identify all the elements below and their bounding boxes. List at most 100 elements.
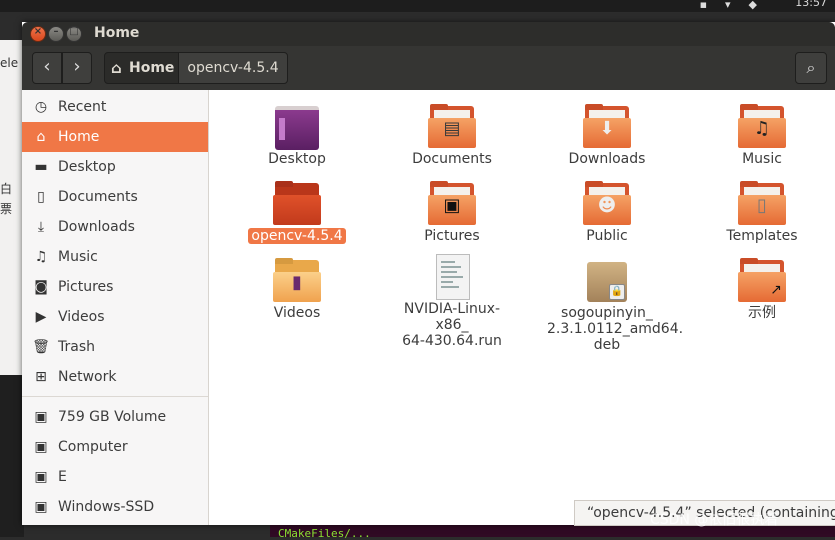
background-text: 票 <box>0 202 13 216</box>
panel-clock[interactable]: 13:57 <box>795 0 827 9</box>
trash-icon: 🗑 <box>32 339 50 355</box>
sidebar-item-label: Desktop <box>58 159 116 175</box>
sidebar-item-videos[interactable]: ▶ Videos <box>22 302 208 332</box>
chevron-left-icon: ‹ <box>43 56 51 77</box>
file-name: Documents <box>412 151 492 167</box>
sidebar-item-documents[interactable]: ▯ Documents <box>22 182 208 212</box>
file-name: Templates <box>726 228 798 244</box>
window-title: Home <box>94 25 140 41</box>
file-name: Videos <box>273 305 321 321</box>
file-name: Downloads <box>568 151 646 167</box>
drive-icon: ▣ <box>34 499 48 515</box>
home-icon: ⌂ <box>111 59 122 77</box>
documents-folder-icon: ▤ <box>428 104 476 148</box>
sidebar-item-label: Downloads <box>58 219 135 235</box>
file-grid: Desktop ▤ Documents ⬇ Downloads ♫ Music … <box>215 90 835 525</box>
file-item-opencv[interactable]: opencv-4.5.4 <box>237 181 357 244</box>
sidebar-item-label: Pictures <box>58 279 114 295</box>
close-button[interactable]: × <box>30 26 46 42</box>
folder-icon: ▬ <box>34 159 48 175</box>
file-item-sogoupinyin-deb[interactable]: 🔒 sogoupinyin_ 2.3.1.0112_amd64. deb <box>547 258 684 353</box>
sidebar-item-pictures[interactable]: ◙ Pictures <box>22 272 208 302</box>
file-name: Public <box>586 228 628 244</box>
camera-icon: ◙ <box>34 279 48 295</box>
minimize-button[interactable]: – <box>48 26 64 42</box>
sidebar-divider <box>22 396 208 397</box>
sidebar-item-label: Trash <box>58 339 95 355</box>
sidebar-item-recent[interactable]: ◷ Recent <box>22 92 208 122</box>
toolbar: ‹ › ⌂ Home opencv-4.5.4 ⌕ <box>22 46 835 90</box>
file-item-desktop[interactable]: Desktop <box>237 104 357 167</box>
file-item-videos[interactable]: ▮ Videos <box>237 258 357 321</box>
sidebar-item-network[interactable]: ⊞ Network <box>22 362 208 392</box>
tray-icons[interactable]: ▪▾◆ <box>700 0 775 11</box>
sidebar-item-label: Network <box>58 369 117 385</box>
sidebar-item-label: Videos <box>58 309 105 325</box>
file-item-pictures[interactable]: ▣ Pictures <box>392 181 512 244</box>
sidebar-item-e[interactable]: ▣ E <box>22 462 208 492</box>
search-icon: ⌕ <box>806 58 816 77</box>
sidebar-item-computer[interactable]: ▣ Computer <box>22 432 208 462</box>
breadcrumb-label: Home <box>129 60 175 76</box>
top-panel: ▪▾◆ 13:57 <box>0 0 835 12</box>
sidebar-item-label: Computer <box>58 439 128 455</box>
folder-icon <box>273 181 321 225</box>
file-name: Desktop <box>268 151 326 167</box>
downloads-folder-icon: ⬇ <box>583 104 631 148</box>
forward-button[interactable]: › <box>62 52 92 84</box>
file-item-templates[interactable]: ▯ Templates <box>702 181 822 244</box>
file-item-public[interactable]: ☻ Public <box>547 181 667 244</box>
sidebar-item-label: Home <box>58 129 100 145</box>
music-folder-icon: ♫ <box>738 104 786 148</box>
file-name: NVIDIA-Linux-x86_ 64-430.64.run <box>402 301 502 349</box>
background-text: ele <box>0 56 19 70</box>
file-item-nvidia-run[interactable]: NVIDIA-Linux-x86_ 64-430.64.run <box>392 254 512 349</box>
home-icon: ⌂ <box>36 129 46 145</box>
drive-icon: ▣ <box>34 469 48 485</box>
background-text: 白 <box>0 182 13 196</box>
sidebar-item-music[interactable]: ♫ Music <box>22 242 208 272</box>
sidebar-item-home[interactable]: ⌂ Home <box>22 122 208 152</box>
computer-icon: ▣ <box>34 439 48 455</box>
file-item-documents[interactable]: ▤ Documents <box>392 104 512 167</box>
watermark: CSDN @依旧很执着 <box>650 512 779 528</box>
search-button[interactable]: ⌕ <box>795 52 827 84</box>
back-button[interactable]: ‹ <box>32 52 62 84</box>
file-item-examples-link[interactable]: ↗ 示例 <box>702 258 822 321</box>
background-window-dark <box>0 375 24 537</box>
file-manager-window: × – □ Home ‹ › ⌂ Home opencv-4.5.4 ⌕ ◷ Re… <box>22 22 835 526</box>
sidebar-item-windows-ssd[interactable]: ▣ Windows-SSD <box>22 492 208 522</box>
video-icon: ▶ <box>35 309 47 325</box>
sidebar-item-label: Recent <box>58 99 107 115</box>
music-icon: ♫ <box>34 249 48 265</box>
document-icon: ▯ <box>37 189 45 205</box>
drive-icon: ▣ <box>34 409 48 425</box>
link-folder-icon: ↗ <box>738 258 786 302</box>
breadcrumb-opencv[interactable]: opencv-4.5.4 <box>178 52 288 84</box>
templates-folder-icon: ▯ <box>738 181 786 225</box>
sidebar-item-label: Music <box>58 249 98 265</box>
lock-icon: 🔒 <box>609 284 625 300</box>
file-name: opencv-4.5.4 <box>248 228 346 244</box>
file-name: Pictures <box>424 228 480 244</box>
file-name: sogoupinyin_ 2.3.1.0112_amd64. deb <box>547 305 684 353</box>
file-name: 示例 <box>748 305 776 321</box>
file-name: Music <box>742 151 782 167</box>
sidebar-item-label: Documents <box>58 189 138 205</box>
maximize-icon: □ <box>69 26 79 37</box>
sidebar-item-downloads[interactable]: ⤓ Downloads <box>22 212 208 242</box>
sidebar-item-desktop[interactable]: ▬ Desktop <box>22 152 208 182</box>
videos-folder-icon: ▮ <box>273 258 321 302</box>
chevron-right-icon: › <box>73 56 81 77</box>
sidebar-item-trash[interactable]: 🗑 Trash <box>22 332 208 362</box>
sidebar-item-label: E <box>58 469 67 485</box>
sidebar-item-759gb-volume[interactable]: ▣ 759 GB Volume <box>22 402 208 432</box>
network-icon: ⊞ <box>35 369 47 385</box>
file-item-music[interactable]: ♫ Music <box>702 104 822 167</box>
maximize-button[interactable]: □ <box>66 26 82 42</box>
breadcrumb-home[interactable]: ⌂ Home <box>104 52 180 84</box>
background-window: ele 白 票 <box>0 40 24 375</box>
clock-icon: ◷ <box>34 99 48 115</box>
desktop-folder-icon <box>273 104 321 150</box>
file-item-downloads[interactable]: ⬇ Downloads <box>547 104 667 167</box>
